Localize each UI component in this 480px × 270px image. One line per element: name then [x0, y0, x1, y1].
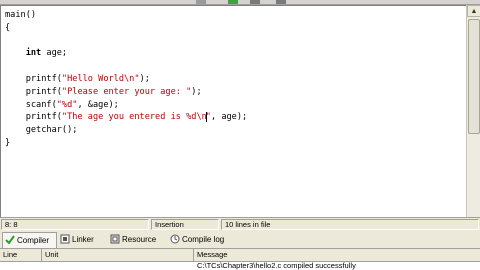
code-line: main() — [5, 9, 247, 22]
code-line: scanf("%d", &age); — [5, 99, 247, 112]
tab-resource[interactable]: Resource — [108, 232, 166, 247]
resource-icon — [110, 234, 120, 244]
code-token: age; — [41, 48, 68, 59]
linker-icon — [60, 234, 70, 244]
code-token: , &age); — [77, 99, 119, 110]
code-line: printf("The age you entered is %d\n", ag… — [5, 111, 247, 124]
code-token: { — [5, 22, 11, 33]
code-token: getchar(); — [5, 125, 78, 136]
scroll-up-icon[interactable]: ▲ — [467, 5, 480, 17]
code-string: "Please enter your age: " — [61, 86, 192, 97]
tab-linker[interactable]: Linker — [58, 232, 106, 247]
tab-compiler[interactable]: Compiler — [2, 232, 57, 248]
code-line: } — [5, 137, 247, 150]
code-string: "Hello World\n" — [61, 73, 140, 84]
toolbar-button-icon[interactable] — [276, 0, 286, 4]
code-string: "The age you entered is %d\n — [61, 112, 207, 123]
table-row[interactable]: C:\TCs\Chapter3\hello2.c compiled succes… — [0, 262, 480, 270]
line-count: 10 lines in file — [221, 219, 479, 230]
code-token: printf( — [5, 73, 62, 84]
cursor-position: 8: 8 — [1, 219, 149, 230]
compile-log-icon — [170, 234, 180, 244]
code-string: "%d" — [56, 99, 78, 110]
toolbar-button-icon[interactable] — [250, 0, 260, 4]
messages-panel: Line Unit Message C:\TCs\Chapter3\hello2… — [0, 249, 480, 270]
edit-mode: Insertion — [151, 219, 219, 230]
code-line: printf("Please enter your age: "); — [5, 86, 247, 99]
code-token: ); — [139, 73, 150, 84]
code-line: getchar(); — [5, 124, 247, 137]
tab-label: Linker — [72, 235, 94, 244]
code-token: ); — [191, 86, 202, 97]
messages-header: Line Unit Message — [0, 249, 480, 262]
scrollbar-thumb[interactable] — [468, 19, 480, 134]
code-token: printf( — [5, 86, 62, 97]
tab-label: Resource — [122, 235, 157, 244]
code-line: { — [5, 22, 247, 35]
toolbar-button-icon[interactable] — [196, 0, 206, 4]
row-message: C:\TCs\Chapter3\hello2.c compiled succes… — [197, 262, 356, 270]
vertical-scrollbar[interactable]: ▲ — [466, 5, 480, 217]
column-line[interactable]: Line — [0, 249, 42, 261]
code-line: int age; — [5, 47, 247, 60]
column-unit[interactable]: Unit — [42, 249, 194, 261]
code-token: } — [5, 137, 11, 148]
tab-label: Compile log — [182, 235, 225, 244]
message-tabs: Compiler Linker Resource Compile log — [0, 231, 480, 249]
code-token: printf( — [5, 112, 62, 123]
tab-label: Compiler — [17, 236, 50, 245]
code-keyword: int — [25, 48, 42, 59]
code-token: scanf( — [5, 99, 57, 110]
tab-compile-log[interactable]: Compile log — [168, 232, 230, 247]
code-token: , age); — [210, 112, 248, 123]
code-editor[interactable]: main(){ int age; printf("Hello World\n")… — [0, 5, 467, 218]
status-bar: 8: 8 Insertion 10 lines in file — [0, 217, 480, 231]
code-text: main(){ int age; printf("Hello World\n")… — [5, 9, 247, 150]
run-icon[interactable] — [228, 0, 238, 4]
code-token: main() — [5, 10, 37, 20]
column-message[interactable]: Message — [194, 249, 480, 261]
code-line: printf("Hello World\n"); — [5, 73, 247, 86]
check-icon — [5, 235, 15, 245]
